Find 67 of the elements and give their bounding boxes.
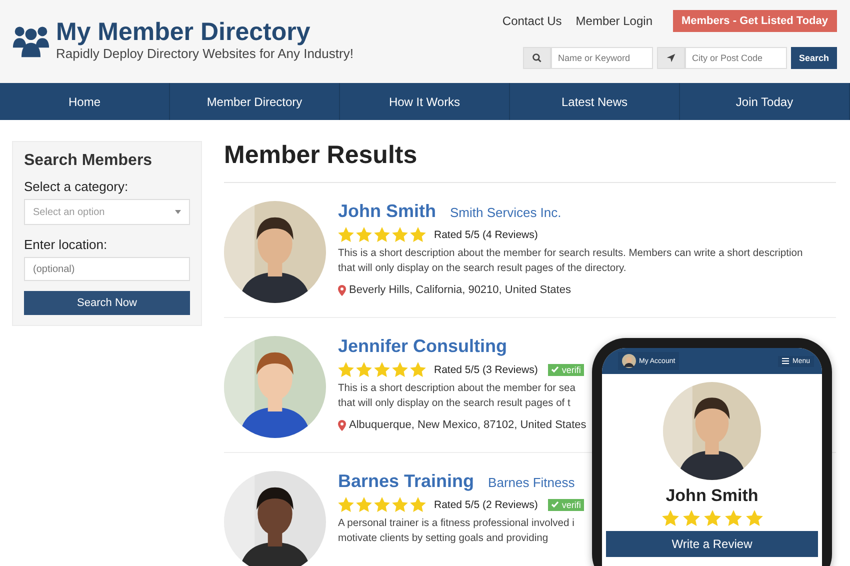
description-line: motivate clients by setting goals and providing xyxy=(338,532,550,546)
description-line: This is a short description about the member for sea xyxy=(338,382,577,396)
location-field[interactable]: City or Post Code xyxy=(684,47,787,69)
rating-text: Rated 5/5 (4 Reviews) xyxy=(434,228,538,240)
star-icon xyxy=(704,510,720,526)
star-icon xyxy=(410,362,426,377)
get-listed-button[interactable]: Members - Get Listed Today xyxy=(672,10,837,32)
check-icon xyxy=(550,366,559,373)
description-line: This is a short description about the member for search results. Members can write a short description xyxy=(338,247,803,261)
nav-tab[interactable]: Latest News xyxy=(510,83,680,120)
verified-badge: verifi xyxy=(548,498,584,510)
keyword-field[interactable]: Name or Keyword xyxy=(550,47,653,69)
star-icon xyxy=(374,227,390,242)
header-link[interactable]: Member Login xyxy=(576,14,652,28)
menu-icon xyxy=(782,358,790,364)
nav-tab[interactable]: Member Directory xyxy=(170,83,340,120)
star-icon xyxy=(356,497,372,512)
star-icon xyxy=(682,510,700,526)
star-icon xyxy=(338,227,354,242)
search-button[interactable]: Search xyxy=(790,47,837,69)
address-text: Beverly Hills, California, 90210, United States xyxy=(349,284,571,296)
search-icon xyxy=(522,47,551,69)
star-icon xyxy=(338,362,354,377)
field-label: Enter location: xyxy=(24,237,108,252)
star-icon xyxy=(410,497,426,512)
description-line: that will only display on the search result pages of the directory. xyxy=(338,262,628,276)
tagline: Rapidly Deploy Directory Websites for Any Industry! xyxy=(56,46,354,61)
description-line: A personal trainer is a fitness professional involved i xyxy=(338,517,576,531)
write-review-button[interactable]: Write a Review xyxy=(606,531,818,557)
avatar-icon xyxy=(622,354,636,368)
nav-tab[interactable]: How It Works xyxy=(340,83,510,120)
results-heading: Member Results xyxy=(224,141,836,183)
search-now-button[interactable]: Search Now xyxy=(24,291,190,315)
star-icon xyxy=(392,497,408,512)
star-icon xyxy=(746,510,762,526)
dropdown-caret-icon xyxy=(175,210,181,214)
field-label: Select a category: xyxy=(24,179,130,194)
check-icon xyxy=(550,501,559,508)
profile-name: John Smith xyxy=(666,486,758,506)
verified-badge: verifi xyxy=(548,364,584,376)
nav-tab[interactable]: Home xyxy=(0,83,170,120)
rating-text: Rated 5/5 (2 Reviews) xyxy=(434,498,538,510)
star-icon xyxy=(392,227,408,242)
star-icon xyxy=(410,227,426,242)
panel-title: Search Members xyxy=(24,152,154,170)
company-link[interactable]: Smith Services Inc. xyxy=(450,205,562,220)
star-icon xyxy=(374,497,390,512)
star-icon xyxy=(356,227,372,242)
rating-text: Rated 5/5 (3 Reviews) xyxy=(434,364,538,376)
address-text: Albuquerque, New Mexico, 87102, United States xyxy=(349,419,586,431)
site-title[interactable]: My Member Directory xyxy=(56,18,354,46)
nav-tab[interactable]: Join Today xyxy=(680,83,850,120)
member-name[interactable]: John Smith xyxy=(338,201,436,222)
star-icon xyxy=(392,362,408,377)
star-icon xyxy=(724,510,742,526)
company-link[interactable]: Barnes Fitness xyxy=(488,475,575,490)
header-link[interactable]: Contact Us xyxy=(502,14,562,28)
map-pin-icon xyxy=(338,284,346,296)
star-icon xyxy=(338,497,354,512)
star-icon xyxy=(662,510,678,526)
location-input[interactable]: (optional) xyxy=(24,257,190,281)
member-name[interactable]: Jennifer Consulting xyxy=(338,336,508,357)
member-name[interactable]: Barnes Training xyxy=(338,471,474,492)
map-pin-icon xyxy=(338,420,346,430)
star-icon xyxy=(356,362,372,377)
description-line: that will only display on the search result pages of t xyxy=(338,397,572,411)
star-icon xyxy=(374,362,390,377)
